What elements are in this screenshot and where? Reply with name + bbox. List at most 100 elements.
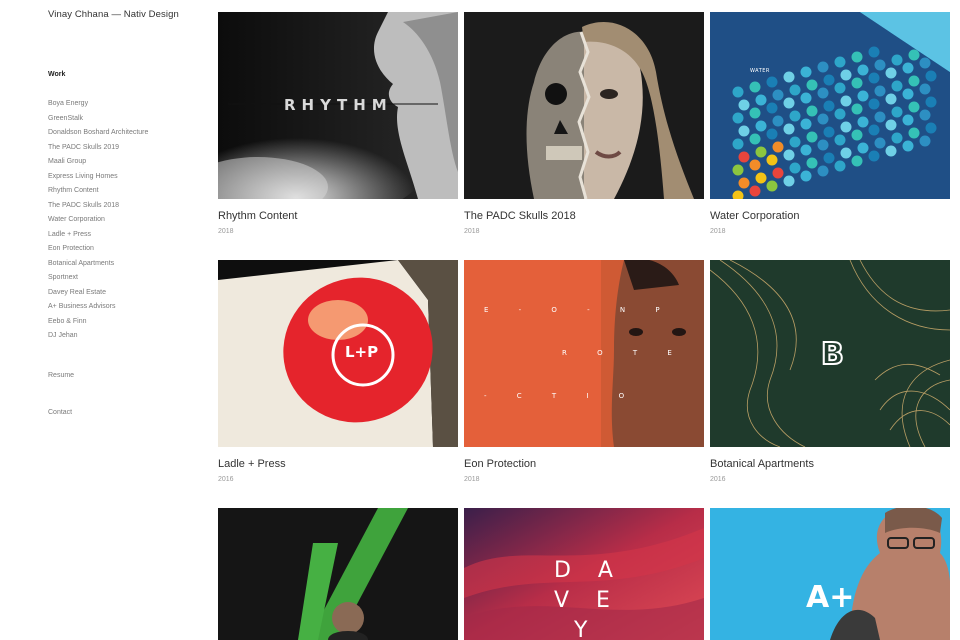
water-pattern-dot <box>749 159 761 171</box>
project-year: 2018 <box>710 228 726 235</box>
davey-artwork-line-3: Y <box>574 618 598 640</box>
water-pattern-dot <box>834 160 846 172</box>
nav-resume-link[interactable]: Resume <box>48 372 74 379</box>
water-pattern-dot <box>919 57 931 69</box>
water-pattern-dot <box>738 125 750 137</box>
water-pattern-dot <box>738 99 750 111</box>
water-pattern-dot <box>732 112 744 124</box>
water-pattern-dot <box>823 74 835 86</box>
nav-item-boya-energy[interactable]: Boya Energy <box>48 99 148 114</box>
nav-item-davey-real-estate[interactable]: Davey Real Estate <box>48 288 148 303</box>
project-thumbnail-botanical-art[interactable]: B <box>710 260 950 447</box>
nav-item-express-living-homes[interactable]: Express Living Homes <box>48 172 148 187</box>
water-pattern-dot <box>766 76 778 88</box>
water-pattern-dot <box>834 56 846 68</box>
water-pattern-dot <box>789 110 801 122</box>
water-pattern-dot <box>772 141 784 153</box>
water-pattern-dot <box>749 185 761 197</box>
nav-contact-link[interactable]: Contact <box>48 409 72 416</box>
nav-item-aplus-business-advisors[interactable]: A+ Business Advisors <box>48 302 148 317</box>
water-pattern-dot <box>772 115 784 127</box>
project-nav-list: Boya Energy GreenStalk Donaldson Boshard… <box>48 99 148 346</box>
water-pattern-dot <box>908 49 920 61</box>
nav-item-botanical-apartments[interactable]: Botanical Apartments <box>48 259 148 274</box>
water-pattern-dot <box>806 79 818 91</box>
nav-heading-work[interactable]: Work <box>48 71 65 78</box>
project-thumbnail-eon-portrait[interactable]: E - O - N P R O T E - C T I O <box>464 260 704 447</box>
water-pattern-dot <box>868 72 880 84</box>
project-title[interactable]: Eon Protection <box>464 458 536 470</box>
water-pattern-dot <box>874 59 886 71</box>
nav-item-maali-group[interactable]: Maali Group <box>48 157 148 172</box>
lp-sign-text: L+P <box>345 343 379 361</box>
nav-item-greenstalk[interactable]: GreenStalk <box>48 114 148 129</box>
project-thumbnail-aplus[interactable]: A+ <box>710 508 950 640</box>
site-title[interactable]: Vinay Chhana — Nativ Design <box>48 9 179 20</box>
project-thumbnail-skull-portrait[interactable] <box>464 12 704 199</box>
water-pattern-dot <box>868 46 880 58</box>
water-pattern-dot <box>851 129 863 141</box>
nav-item-ladle-press[interactable]: Ladle + Press <box>48 230 148 245</box>
water-pattern-dot <box>868 124 880 136</box>
water-pattern-dot <box>874 137 886 149</box>
project-thumbnail-water-brochure[interactable]: WATER <box>710 12 950 199</box>
water-pattern-dot <box>783 123 795 135</box>
water-pattern-dot <box>908 75 920 87</box>
nav-item-padc-skulls-2019[interactable]: The PADC Skulls 2019 <box>48 143 148 158</box>
nav-item-eebo-finn[interactable]: Eebo & Finn <box>48 317 148 332</box>
water-pattern-dot <box>800 170 812 182</box>
water-pattern-dot <box>851 155 863 167</box>
water-pattern-dot <box>749 133 761 145</box>
project-thumbnail-sportnext[interactable] <box>218 508 458 640</box>
nav-item-water-corporation[interactable]: Water Corporation <box>48 215 148 230</box>
water-pattern-dot <box>851 51 863 63</box>
water-pattern-dot <box>891 54 903 66</box>
eon-artwork-line-1: E - O - N P <box>484 306 674 314</box>
water-pattern-dot <box>755 94 767 106</box>
water-pattern-dot <box>755 120 767 132</box>
project-title[interactable]: The PADC Skulls 2018 <box>464 210 576 222</box>
nav-item-dj-jehan[interactable]: DJ Jehan <box>48 331 148 346</box>
water-pattern-dot <box>874 111 886 123</box>
water-pattern-dot <box>738 151 750 163</box>
water-pattern-dot <box>766 154 778 166</box>
water-pattern-dot <box>885 93 897 105</box>
water-pattern-dot <box>919 109 931 121</box>
water-pattern-dot <box>823 100 835 112</box>
water-pattern-dot <box>874 85 886 97</box>
water-pattern-dot <box>800 66 812 78</box>
project-thumbnail-rhythm[interactable]: RHYTHM <box>218 12 458 199</box>
water-pattern-dot <box>834 134 846 146</box>
rhythm-artwork-text: RHYTHM <box>284 96 393 114</box>
nav-item-donaldson-boshard[interactable]: Donaldson Boshard Architecture <box>48 128 148 143</box>
project-year: 2018 <box>218 228 234 235</box>
project-title[interactable]: Botanical Apartments <box>710 458 814 470</box>
project-title[interactable]: Rhythm Content <box>218 210 297 222</box>
water-pattern-dot <box>908 127 920 139</box>
water-pattern-dot <box>834 108 846 120</box>
water-pattern-dot <box>840 69 852 81</box>
water-pattern-dot <box>800 118 812 130</box>
water-pattern-dot <box>749 81 761 93</box>
water-pattern-dot <box>919 135 931 147</box>
water-pattern-dot <box>902 140 914 152</box>
project-title[interactable]: Ladle + Press <box>218 458 286 470</box>
nav-item-rhythm-content[interactable]: Rhythm Content <box>48 186 148 201</box>
water-pattern-dot <box>766 128 778 140</box>
water-pattern-dot <box>823 152 835 164</box>
water-pattern-dot <box>902 88 914 100</box>
water-pattern-dot <box>925 96 937 108</box>
water-pattern-dot <box>857 142 869 154</box>
sidebar: Vinay Chhana — Nativ Design Work Boya En… <box>48 0 208 640</box>
davey-artwork-line-2: V E <box>554 588 620 613</box>
nav-item-eon-protection[interactable]: Eon Protection <box>48 244 148 259</box>
project-title[interactable]: Water Corporation <box>710 210 799 222</box>
project-thumbnail-davey[interactable]: D A V E Y <box>464 508 704 640</box>
nav-item-padc-skulls-2018[interactable]: The PADC Skulls 2018 <box>48 201 148 216</box>
water-pattern-dot <box>766 102 778 114</box>
water-pattern-dot <box>783 97 795 109</box>
project-year: 2018 <box>464 476 480 483</box>
nav-item-sportnext[interactable]: Sportnext <box>48 273 148 288</box>
project-thumbnail-lit-sign[interactable]: L+P <box>218 260 458 447</box>
water-pattern-dot <box>840 147 852 159</box>
